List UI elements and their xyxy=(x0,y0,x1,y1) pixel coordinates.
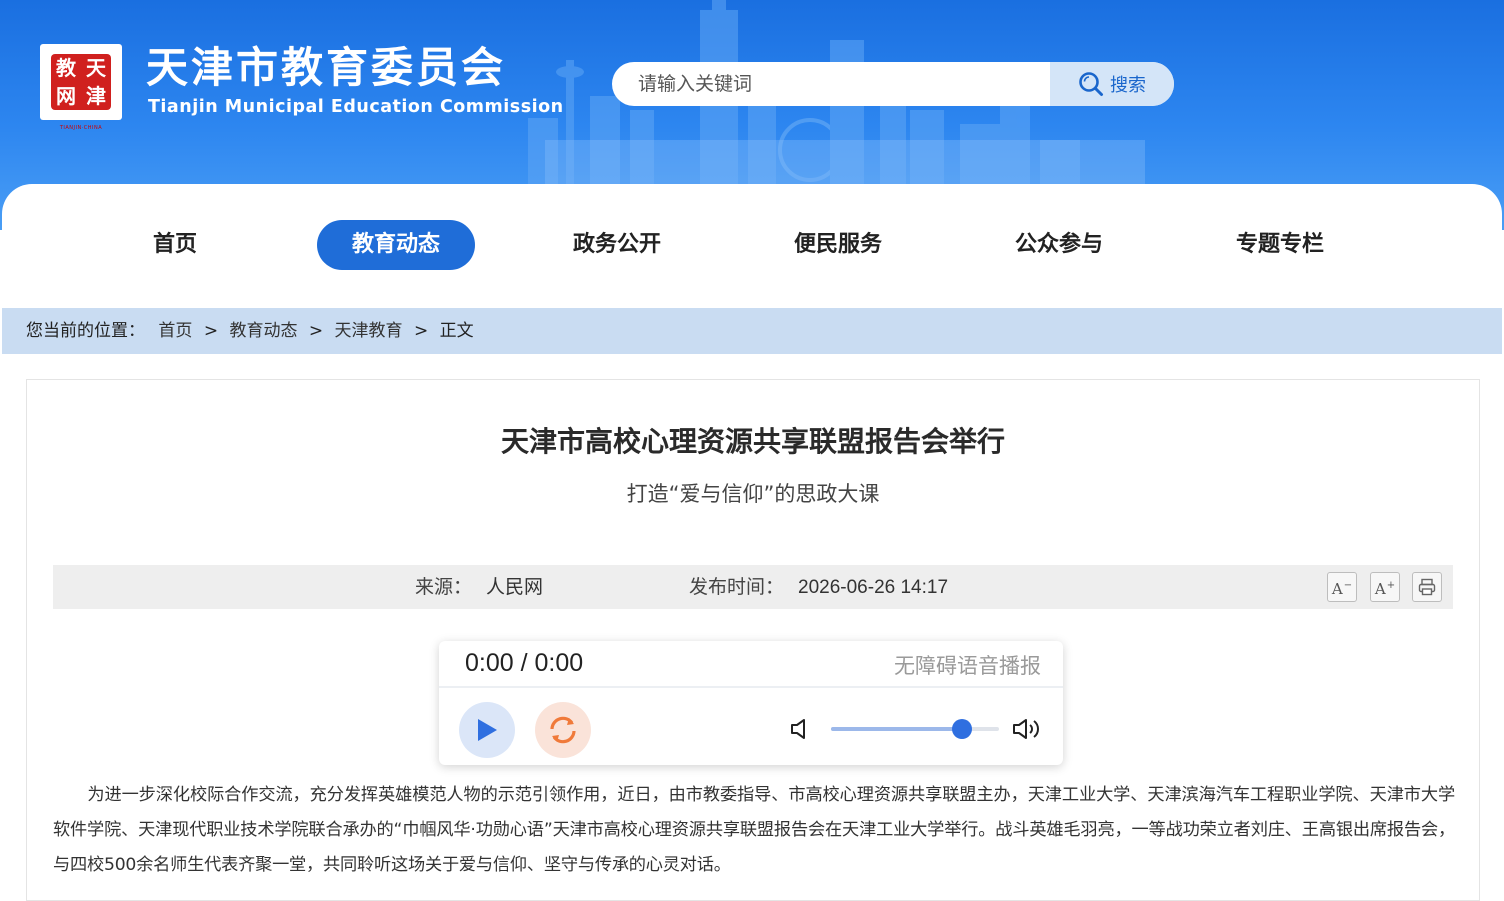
mute-button[interactable] xyxy=(789,717,811,745)
seal-char: 天 xyxy=(86,56,106,80)
speaker-loud-icon xyxy=(1013,719,1039,739)
font-decrease-icon: A− xyxy=(1331,579,1353,598)
breadcrumb-separator: > xyxy=(308,321,324,341)
volume-max-button[interactable] xyxy=(1011,715,1043,747)
seal-char: 网 xyxy=(56,84,76,108)
article-title: 天津市高校心理资源共享联盟报告会举行 xyxy=(500,425,1005,458)
accessibility-audio-player: 0:00 / 0:00 无障碍语音播报 xyxy=(439,641,1063,765)
nav-item-education-news[interactable]: 教育动态 xyxy=(317,220,475,270)
article-body: 为进一步深化校际合作交流，充分发挥英雄模范人物的示范引领作用，近日，由市教委指导… xyxy=(53,785,1455,875)
breadcrumb-tianjin-education[interactable]: 天津教育 xyxy=(335,321,403,341)
logo-caption: TIANJIN·CHINA xyxy=(59,125,103,131)
font-increase-button[interactable]: A+ xyxy=(1370,572,1400,602)
article-meta-bar: 来源： 人民网 发布时间： 2026-06-26 14:17 A− A+ xyxy=(53,565,1453,609)
loop-icon xyxy=(550,716,576,744)
site-logo[interactable]: 教 天 网 津 TIANJIN·CHINA xyxy=(40,44,122,131)
print-icon xyxy=(1418,578,1436,596)
font-increase-icon: A+ xyxy=(1374,579,1396,598)
date-value: 2026-06-26 14:17 xyxy=(798,577,949,598)
search-icon xyxy=(1079,72,1103,96)
volume-knob[interactable] xyxy=(952,719,973,739)
source-label: 来源： xyxy=(415,576,473,598)
search-bar: 搜索 xyxy=(612,62,1174,106)
player-time: 0:00 / 0:00 xyxy=(465,649,584,677)
speaker-mute-icon xyxy=(791,719,805,739)
search-input[interactable] xyxy=(612,62,1074,106)
article-subtitle: 打造“爱与信仰”的思政大课 xyxy=(626,482,880,506)
search-button-label: 搜索 xyxy=(1110,75,1146,96)
volume-fill xyxy=(831,727,963,731)
seal-char: 津 xyxy=(86,84,106,108)
font-decrease-button[interactable]: A− xyxy=(1327,572,1357,602)
site-title: 天津市教育委员会 xyxy=(146,43,507,92)
article-container: 天津市高校心理资源共享联盟报告会举行 打造“爱与信仰”的思政大课 来源： 人民网 … xyxy=(26,379,1480,901)
source-value: 人民网 xyxy=(486,576,544,598)
nav-item-government-affairs[interactable]: 政务公开 xyxy=(554,220,680,270)
article-source: 来源： 人民网 xyxy=(415,565,543,609)
breadcrumb-prefix: 您当前的位置： xyxy=(26,321,145,341)
nav-item-public-participation[interactable]: 公众参与 xyxy=(996,220,1122,270)
breadcrumb-current: 正文 xyxy=(439,321,474,341)
breadcrumb-separator: > xyxy=(413,321,429,341)
nav-item-special-topics[interactable]: 专题专栏 xyxy=(1217,220,1343,270)
date-label: 发布时间： xyxy=(689,576,785,598)
play-button[interactable] xyxy=(459,702,515,758)
breadcrumb-separator: > xyxy=(203,321,219,341)
nav-item-public-service[interactable]: 便民服务 xyxy=(775,220,901,270)
search-button[interactable]: 搜索 xyxy=(1050,62,1174,106)
nav-item-home[interactable]: 首页 xyxy=(112,220,238,270)
play-icon xyxy=(478,719,497,741)
seal-char: 教 xyxy=(56,56,76,80)
breadcrumb-education-news[interactable]: 教育动态 xyxy=(229,321,297,341)
breadcrumb-home[interactable]: 首页 xyxy=(158,321,192,341)
loop-button[interactable] xyxy=(535,702,591,758)
article-date: 发布时间： 2026-06-26 14:17 xyxy=(689,565,948,610)
site-subtitle-en: Tianjin Municipal Education Commission xyxy=(148,97,564,117)
print-button[interactable] xyxy=(1412,572,1442,602)
volume-slider[interactable] xyxy=(831,719,999,739)
player-label: 无障碍语音播报 xyxy=(894,654,1041,678)
breadcrumb: 您当前的位置： 首页 > 教育动态 > 天津教育 > 正文 xyxy=(2,308,1502,354)
logo-seal: 教 天 网 津 xyxy=(51,54,111,110)
player-divider xyxy=(439,686,1063,688)
main-nav: 首页 教育动态 政务公开 便民服务 公众参与 专题专栏 xyxy=(2,184,1502,308)
